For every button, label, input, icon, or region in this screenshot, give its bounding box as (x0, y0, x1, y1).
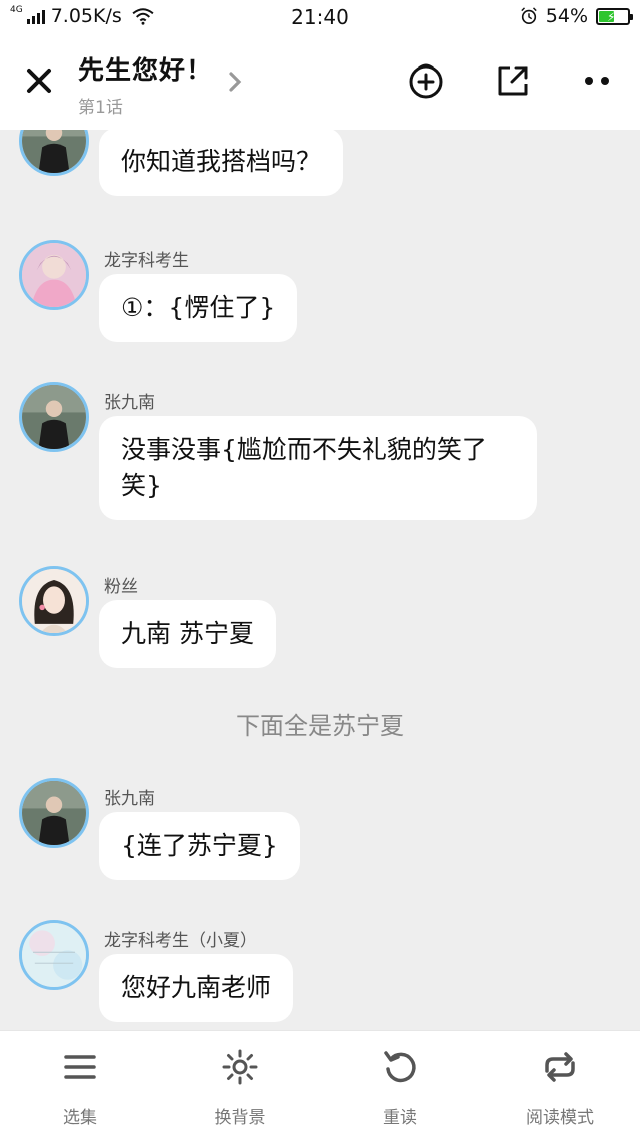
bottom-nav: 选集 换背景 重读 阅读模式 (0, 1030, 640, 1138)
sender-name: 龙字科考生（小夏） (104, 931, 257, 951)
girl-avatar[interactable] (19, 566, 89, 636)
page-title: 先生您好！ (78, 56, 214, 86)
title-block[interactable]: 先生您好！ 第1话 (78, 50, 213, 118)
replay-icon (384, 1051, 416, 1083)
status-bar: 4G 7.05K/s 21:40 54% ⚡ (0, 0, 640, 34)
message-bubble: {连了苏宁夏} (99, 812, 300, 880)
pink-girl-avatar[interactable] (19, 240, 89, 310)
message-bubble: 你知道我搭档吗？ (99, 130, 344, 196)
nav-item-background[interactable]: 换背景 (160, 1031, 320, 1138)
sender-name: 龙字科考生 (104, 251, 189, 271)
nav-label: 阅读模式 (526, 1108, 594, 1128)
message-bubble: 九南 苏宁夏 (99, 600, 276, 668)
menu-icon (64, 1055, 96, 1079)
status-right: 54% ⚡ (520, 5, 633, 27)
nav-label: 选集 (63, 1108, 97, 1128)
narration-text: 下面全是苏宁夏 (236, 712, 404, 740)
male-avatar[interactable] (19, 382, 89, 452)
chat-area[interactable]: 你知道我搭档吗？ 龙字科考生 ①：{愣住了} 张九南 没事没事{尴尬而不失礼貌的… (0, 130, 640, 1030)
add-badge-icon[interactable] (405, 58, 447, 100)
sender-name: 张九南 (104, 393, 155, 413)
alarm-icon (521, 7, 537, 25)
battery-icon: ⚡ (596, 7, 633, 25)
more-icon[interactable] (576, 60, 618, 102)
message-bubble: ①：{愣住了} (99, 274, 298, 342)
sender-name: 张九南 (104, 789, 155, 809)
nav-item-reading-mode[interactable]: 阅读模式 (480, 1031, 640, 1138)
message-bubble: 您好九南老师 (99, 954, 294, 1022)
chevron-right-icon[interactable] (226, 70, 244, 94)
nav-item-reread[interactable]: 重读 (320, 1031, 480, 1138)
male-avatar[interactable] (19, 130, 89, 176)
message-bubble: 没事没事{尴尬而不失礼貌的笑了笑} (99, 416, 537, 520)
battery-percent: 54% (545, 5, 588, 27)
nav-label: 重读 (383, 1108, 417, 1128)
nav-item-episodes[interactable]: 选集 (0, 1031, 160, 1138)
episode-label: 第1话 (78, 98, 123, 118)
sun-icon (222, 1049, 258, 1085)
light-text-avatar[interactable] (19, 920, 89, 990)
loop-icon (545, 1052, 575, 1082)
nav-label: 换背景 (214, 1108, 266, 1128)
male-avatar[interactable] (19, 778, 89, 848)
close-icon[interactable] (22, 64, 56, 98)
sender-name: 粉丝 (104, 577, 138, 597)
header: 先生您好！ 第1话 (0, 34, 640, 130)
share-icon[interactable] (492, 60, 534, 102)
